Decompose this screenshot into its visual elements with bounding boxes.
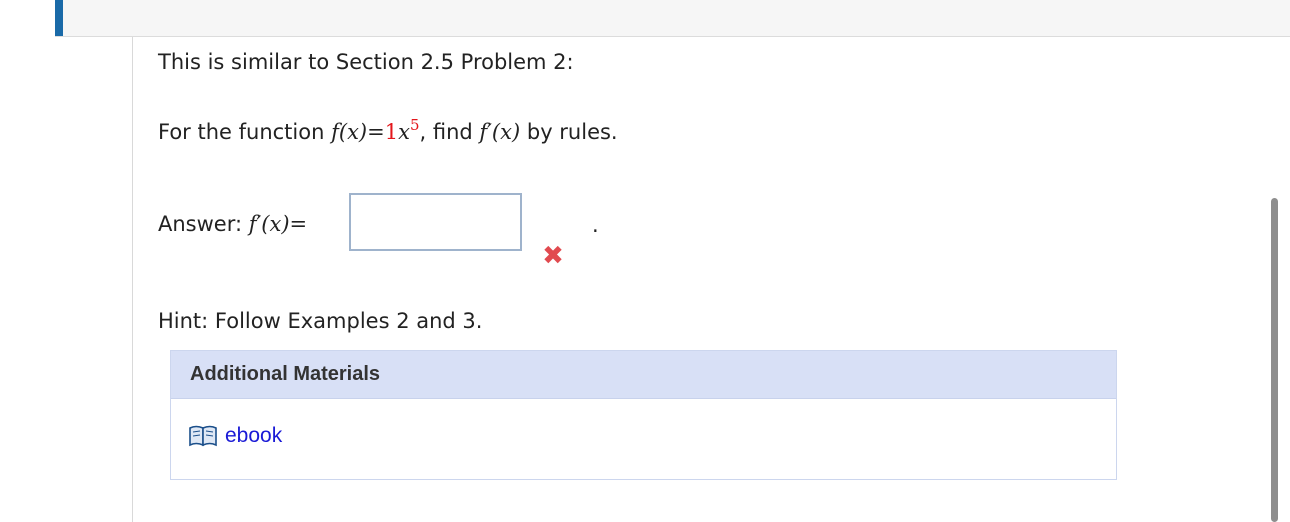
derivative-expression: f′(x): [479, 120, 521, 144]
answer-lhs: f′(x)=: [248, 212, 308, 236]
problem-question: For the function f(x)=1x5, find f′(x) by…: [158, 118, 618, 145]
ebook-label: ebook: [225, 424, 283, 447]
scrollbar-thumb[interactable]: [1271, 198, 1278, 522]
hint-text: Hint: Follow Examples 2 and 3.: [158, 309, 483, 333]
answer-label: Answer:: [158, 212, 243, 236]
question-suffix: by rules.: [526, 120, 618, 144]
top-bar: [55, 0, 1290, 37]
function-lhs: f(x)=: [331, 120, 385, 144]
incorrect-x-icon: ✖: [542, 241, 564, 271]
additional-materials-panel: Additional Materials ebook: [170, 350, 1117, 480]
question-prefix: For the function: [158, 120, 325, 144]
function-expression: f(x)=1x5: [331, 118, 419, 145]
additional-materials-header: Additional Materials: [171, 351, 1116, 399]
function-variable: x: [398, 120, 410, 144]
book-icon: [189, 425, 217, 447]
answer-row: Answer: f′(x)=: [158, 212, 307, 236]
question-mid: , find: [419, 120, 473, 144]
top-bar-accent: [55, 0, 63, 36]
ebook-link[interactable]: ebook: [189, 424, 282, 448]
function-coefficient: 1: [384, 120, 399, 144]
content-left-border: [132, 37, 133, 522]
problem-intro: This is similar to Section 2.5 Problem 2…: [158, 50, 574, 74]
answer-trailing-period: .: [592, 213, 599, 237]
answer-input[interactable]: [349, 193, 522, 251]
